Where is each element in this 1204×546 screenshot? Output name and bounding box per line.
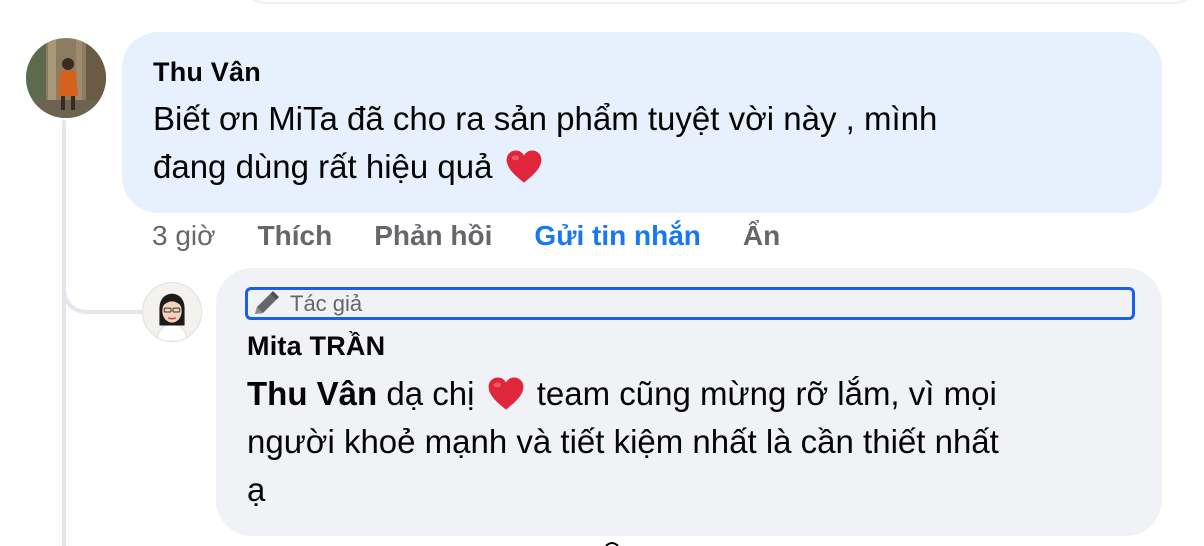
mention-link[interactable]: Thu Vân — [247, 375, 377, 412]
comment-timestamp[interactable]: 3 giờ — [152, 220, 216, 252]
avatar-thu-van[interactable] — [26, 38, 106, 118]
avatar-mita-tran[interactable] — [142, 282, 202, 342]
comment-author-name[interactable]: Thu Vân — [153, 57, 261, 88]
author-badge: Tác giả — [245, 287, 1135, 320]
thread-branch — [62, 258, 146, 314]
thread-line — [62, 120, 66, 546]
heart-icon — [486, 375, 526, 411]
avatar-mita-tran-image — [143, 283, 201, 341]
comment-text-line-2: đang dùng rất hiệu quả — [153, 143, 1113, 191]
comment-text-line-2-words: đang dùng rất hiệu quả — [153, 148, 493, 185]
author-badge-label: Tác giả — [290, 290, 363, 316]
reply-text-line-3: ạ — [247, 471, 266, 508]
like-button[interactable]: Thích — [258, 220, 333, 252]
comment-text-line-1: Biết ơn MiTa đã cho ra sản phẩm tuyệt vờ… — [153, 100, 938, 137]
reply-author-name[interactable]: Mita TRẦN — [247, 331, 385, 362]
hide-button[interactable]: Ẩn — [743, 220, 780, 252]
reply-text-part-2: team cũng mừng rỡ lắm, vì mọi — [527, 375, 997, 412]
next-content-edge — [605, 542, 619, 546]
reply-text-part-1: dạ chị — [377, 375, 484, 412]
reply-text: Thu Vân dạ chị team cũng mừng rỡ lắm, vì… — [247, 370, 1147, 514]
comment-text: Biết ơn MiTa đã cho ra sản phẩm tuyệt vờ… — [153, 95, 1113, 191]
reply-button[interactable]: Phản hồi — [374, 220, 492, 252]
heart-icon — [504, 148, 544, 184]
avatar-thu-van-image — [26, 38, 106, 118]
reply-text-line-1: Thu Vân dạ chị team cũng mừng rỡ lắm, vì… — [247, 370, 1147, 418]
comment-actions: 3 giờ Thích Phản hồi Gửi tin nhắn Ẩn — [152, 218, 822, 254]
reply-text-line-2: người khoẻ mạnh và tiết kiệm nhất là cần… — [247, 423, 999, 460]
pencil-icon — [252, 290, 282, 317]
previous-comment-card — [240, 0, 1200, 4]
send-message-button[interactable]: Gửi tin nhắn — [534, 220, 700, 252]
